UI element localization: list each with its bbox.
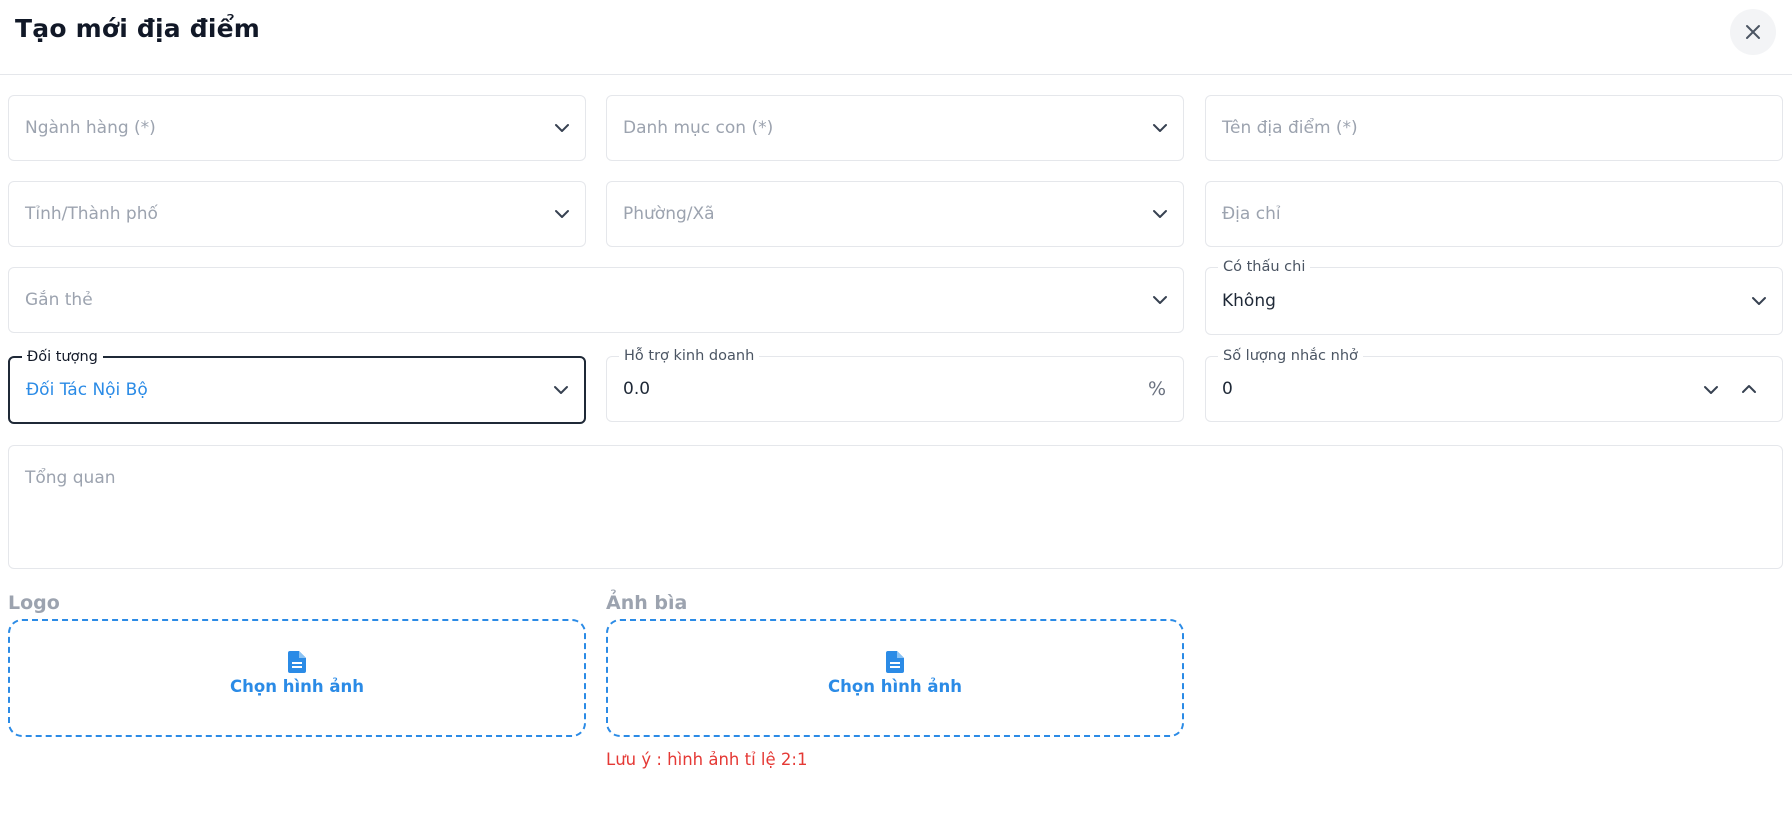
logo-label: Logo [8,592,60,614]
chevron-up-icon[interactable] [1741,384,1757,394]
percent-suffix: % [1147,378,1166,400]
ho-tro-kinh-doanh-input[interactable]: Hỗ trợ kinh doanh 0.0 % [606,347,1184,422]
tinh-thanh-pho-select[interactable]: Tỉnh/Thành phố [8,181,586,247]
danh-muc-con-select[interactable]: Danh mục con (*) [606,95,1184,161]
ho-tro-kinh-doanh-label: Hỗ trợ kinh doanh [619,347,760,365]
close-button[interactable] [1730,9,1776,55]
tong-quan-placeholder: Tổng quan [25,468,116,488]
so-luong-nhac-nho-value: 0 [1222,379,1233,399]
dia-chi-placeholder: Địa chỉ [1222,204,1281,224]
anh-bia-label: Ảnh bìa [606,592,688,614]
chevron-down-icon[interactable] [1703,385,1719,395]
chevron-down-icon [554,386,568,394]
co-thau-chi-label: Có thấu chi [1218,258,1311,276]
so-luong-nhac-nho-label: Số lượng nhắc nhở [1218,347,1363,365]
gan-the-select[interactable]: Gắn thẻ [8,267,1184,333]
close-icon [1746,25,1760,39]
doi-tuong-label: Đối tượng [22,348,103,366]
anh-bia-upload-button[interactable]: Chọn hình ảnh [828,677,962,696]
phuong-xa-placeholder: Phường/Xã [623,204,715,224]
chevron-down-icon [1153,124,1167,132]
so-luong-nhac-nho-stepper[interactable]: Số lượng nhắc nhở 0 [1205,347,1783,422]
nganh-hang-placeholder: Ngành hàng (*) [25,118,156,138]
co-thau-chi-select[interactable]: Có thấu chi Không [1205,258,1783,335]
chevron-down-icon [1752,297,1766,305]
co-thau-chi-value: Không [1222,291,1276,311]
aspect-ratio-note: Lưu ý : hình ảnh tỉ lệ 2:1 [606,750,808,769]
modal-header: Tạo mới địa điểm [0,0,1792,75]
tong-quan-textarea[interactable]: Tổng quan [8,445,1783,569]
chevron-down-icon [1153,210,1167,218]
dia-chi-input[interactable]: Địa chỉ [1205,181,1783,247]
chevron-down-icon [555,124,569,132]
tinh-thanh-pho-placeholder: Tỉnh/Thành phố [25,204,158,224]
file-icon [288,651,306,673]
gan-the-placeholder: Gắn thẻ [25,290,93,310]
nganh-hang-select[interactable]: Ngành hàng (*) [8,95,586,161]
anh-bia-upload-area[interactable]: Chọn hình ảnh [606,619,1184,737]
page-title: Tạo mới địa điểm [15,14,261,43]
logo-upload-button[interactable]: Chọn hình ảnh [230,677,364,696]
ten-dia-diem-input[interactable]: Tên địa điểm (*) [1205,95,1783,161]
file-icon [886,651,904,673]
doi-tuong-value: Đối Tác Nội Bộ [26,380,148,400]
danh-muc-con-placeholder: Danh mục con (*) [623,118,774,138]
doi-tuong-select[interactable]: Đối tượng Đối Tác Nội Bộ [8,348,586,424]
ho-tro-kinh-doanh-value: 0.0 [623,379,651,399]
logo-upload-area[interactable]: Chọn hình ảnh [8,619,586,737]
phuong-xa-select[interactable]: Phường/Xã [606,181,1184,247]
ten-dia-diem-placeholder: Tên địa điểm (*) [1222,118,1358,138]
chevron-down-icon [555,210,569,218]
chevron-down-icon [1153,296,1167,304]
